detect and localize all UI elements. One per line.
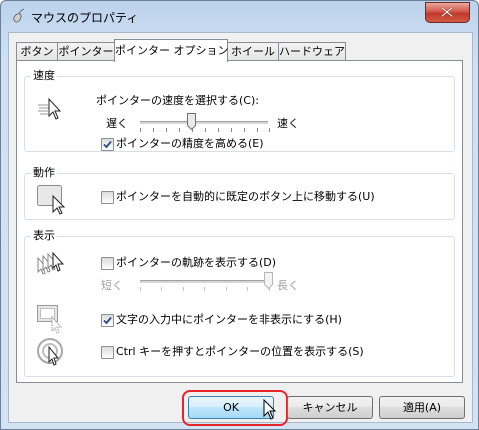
trails-label[interactable]: ポインターの軌跡を表示する(D) (116, 256, 276, 270)
tab-buttons[interactable]: ボタン (16, 42, 58, 61)
speed-group-label: 速度 (31, 69, 57, 83)
trails-long-label: 長く (277, 279, 299, 292)
ctrl-locate-label[interactable]: Ctrl キーを押すとポインターの位置を表示する(S) (116, 345, 364, 359)
snap-to-button-icon (37, 185, 66, 215)
trails-slider-thumb[interactable] (264, 272, 273, 289)
close-button[interactable] (425, 2, 470, 23)
pointer-speed-slider[interactable] (136, 113, 274, 135)
pointer-speed-icon (38, 97, 62, 120)
dialog-client-area: ボタン ポインター ポインター オプション ホイール ハードウェア 速度 ポイン… (8, 32, 473, 423)
check-icon (103, 140, 112, 149)
ctrl-locate-icon (37, 338, 63, 366)
hide-while-typing-label[interactable]: 文字の入力中にポインターを非表示にする(H) (116, 313, 342, 327)
tab-pointers[interactable]: ポインター (57, 42, 115, 61)
mouse-app-icon (13, 8, 25, 23)
snap-to-label[interactable]: ポインターを自動的に既定のボタン上に移動する(U) (116, 190, 375, 204)
trails-checkbox[interactable] (101, 257, 114, 270)
close-icon (441, 7, 453, 17)
pointer-trails-icon (37, 252, 65, 275)
hide-while-typing-icon (37, 305, 63, 334)
tab-pointer-options[interactable]: ポインター オプション (114, 39, 229, 62)
cancel-button[interactable]: キャンセル (287, 396, 373, 419)
motion-group: 動作 ポインターを自動的に既定のボタン上に移動する(U) (24, 166, 455, 220)
visibility-group-label: 表示 (31, 229, 57, 243)
snap-to-checkbox[interactable] (101, 191, 114, 204)
ok-button-highlight (182, 390, 288, 426)
speed-prompt-label: ポインターの速度を選択する(C): (96, 94, 259, 107)
title-bar[interactable]: マウスのプロパティ (1, 1, 478, 31)
trails-slider-track (140, 280, 268, 284)
trails-slider-ticks (140, 287, 270, 291)
tab-wheel[interactable]: ホイール (227, 42, 279, 61)
pointer-options-panel: 速度 ポインターの速度を選択する(C): 遅く 速く ポインターの精度を高める(… (16, 60, 463, 383)
tab-hardware[interactable]: ハードウェア (278, 42, 346, 61)
speed-group: 速度 ポインターの速度を選択する(C): 遅く 速く ポインターの精度を高める(… (24, 69, 455, 152)
window-title: マウスのプロパティ (31, 11, 139, 25)
speed-slow-label: 遅く (106, 117, 128, 130)
check-icon (103, 316, 112, 325)
speed-slider-thumb[interactable] (187, 113, 197, 130)
ctrl-locate-checkbox[interactable] (101, 346, 114, 359)
speed-slider-ticks (140, 128, 270, 132)
precision-label[interactable]: ポインターの精度を高める(E) (116, 137, 264, 151)
apply-button-label: 適用(A) (402, 401, 442, 414)
trails-length-slider[interactable] (136, 272, 274, 294)
speed-slider-track (140, 121, 268, 125)
apply-button[interactable]: 適用(A) (379, 396, 465, 419)
mouse-properties-window: マウスのプロパティ ボタン ポインター ポインター オプション ホイール ハード… (0, 0, 479, 430)
trails-short-label: 短く (101, 279, 123, 292)
visibility-group: 表示 ポインターの軌跡を表示する(D) 短く 長く 文字の入力中にポインターを非… (24, 229, 455, 377)
cancel-button-label: キャンセル (302, 401, 358, 414)
speed-fast-label: 速く (277, 117, 299, 130)
hide-while-typing-checkbox[interactable] (101, 314, 114, 327)
precision-checkbox[interactable] (101, 138, 114, 151)
motion-group-label: 動作 (31, 166, 57, 180)
